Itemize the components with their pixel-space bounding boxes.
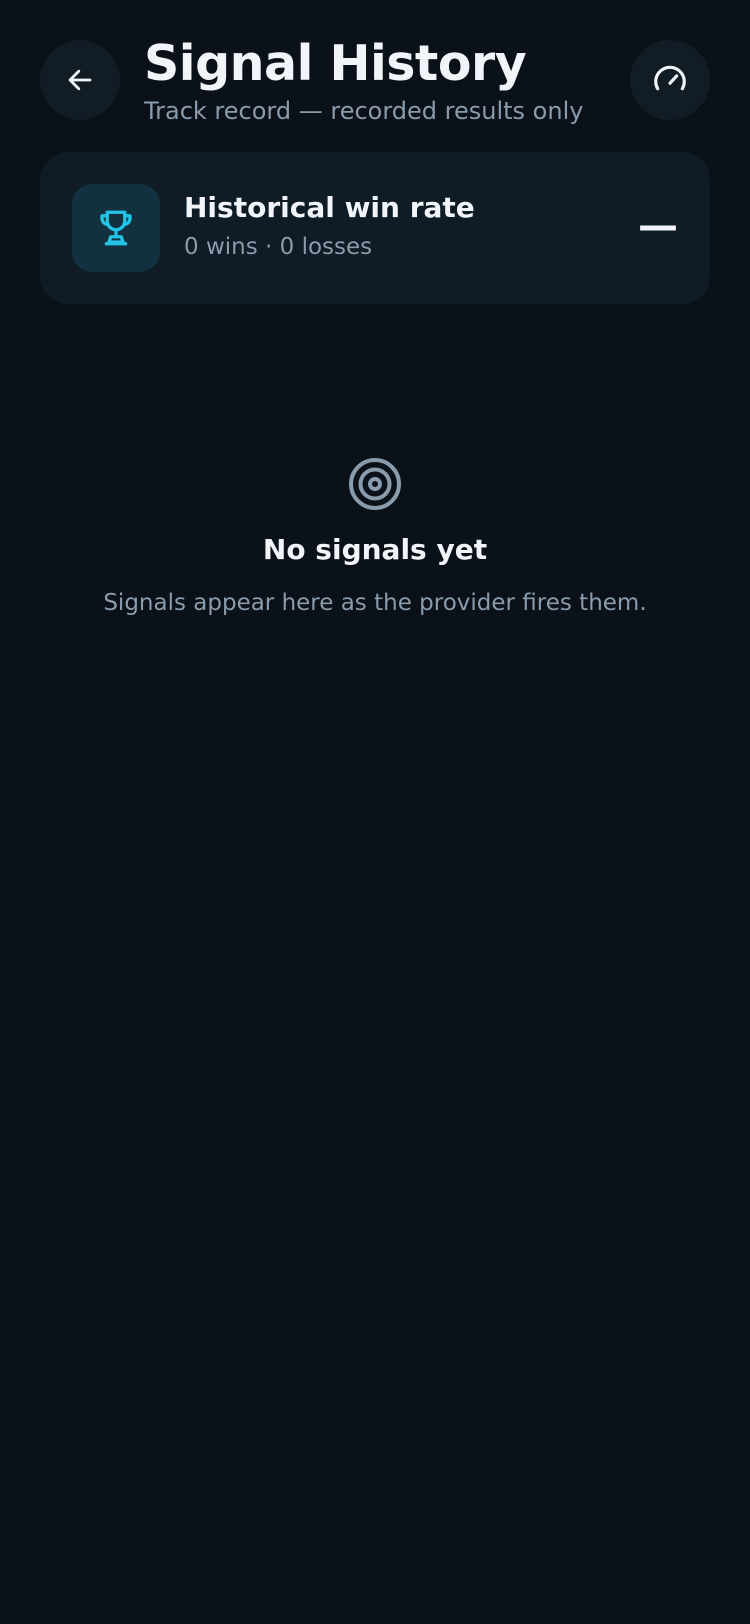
page-subtitle: Track record — recorded results only [144,97,584,125]
trophy-icon [100,210,132,246]
empty-state-message: Signals appear here as the provider fire… [103,590,647,616]
win-rate-card: Historical win rate 0 wins · 0 losses — [40,152,710,304]
performance-button[interactable] [630,40,710,120]
target-icon [349,458,401,510]
back-button[interactable] [40,40,120,120]
win-rate-value: — [638,203,678,249]
page-title: Signal History [144,35,527,92]
empty-state-title: No signals yet [262,533,488,566]
trophy-tile [72,184,160,272]
gauge-icon [654,65,686,91]
win-rate-title: Historical win rate [184,191,475,224]
arrow-left-icon [68,69,92,91]
empty-state: No signals yet Signals appear here as th… [0,456,750,618]
win-loss-summary: 0 wins · 0 losses [184,234,373,260]
app-header: Signal History Track record — recorded r… [0,0,750,140]
